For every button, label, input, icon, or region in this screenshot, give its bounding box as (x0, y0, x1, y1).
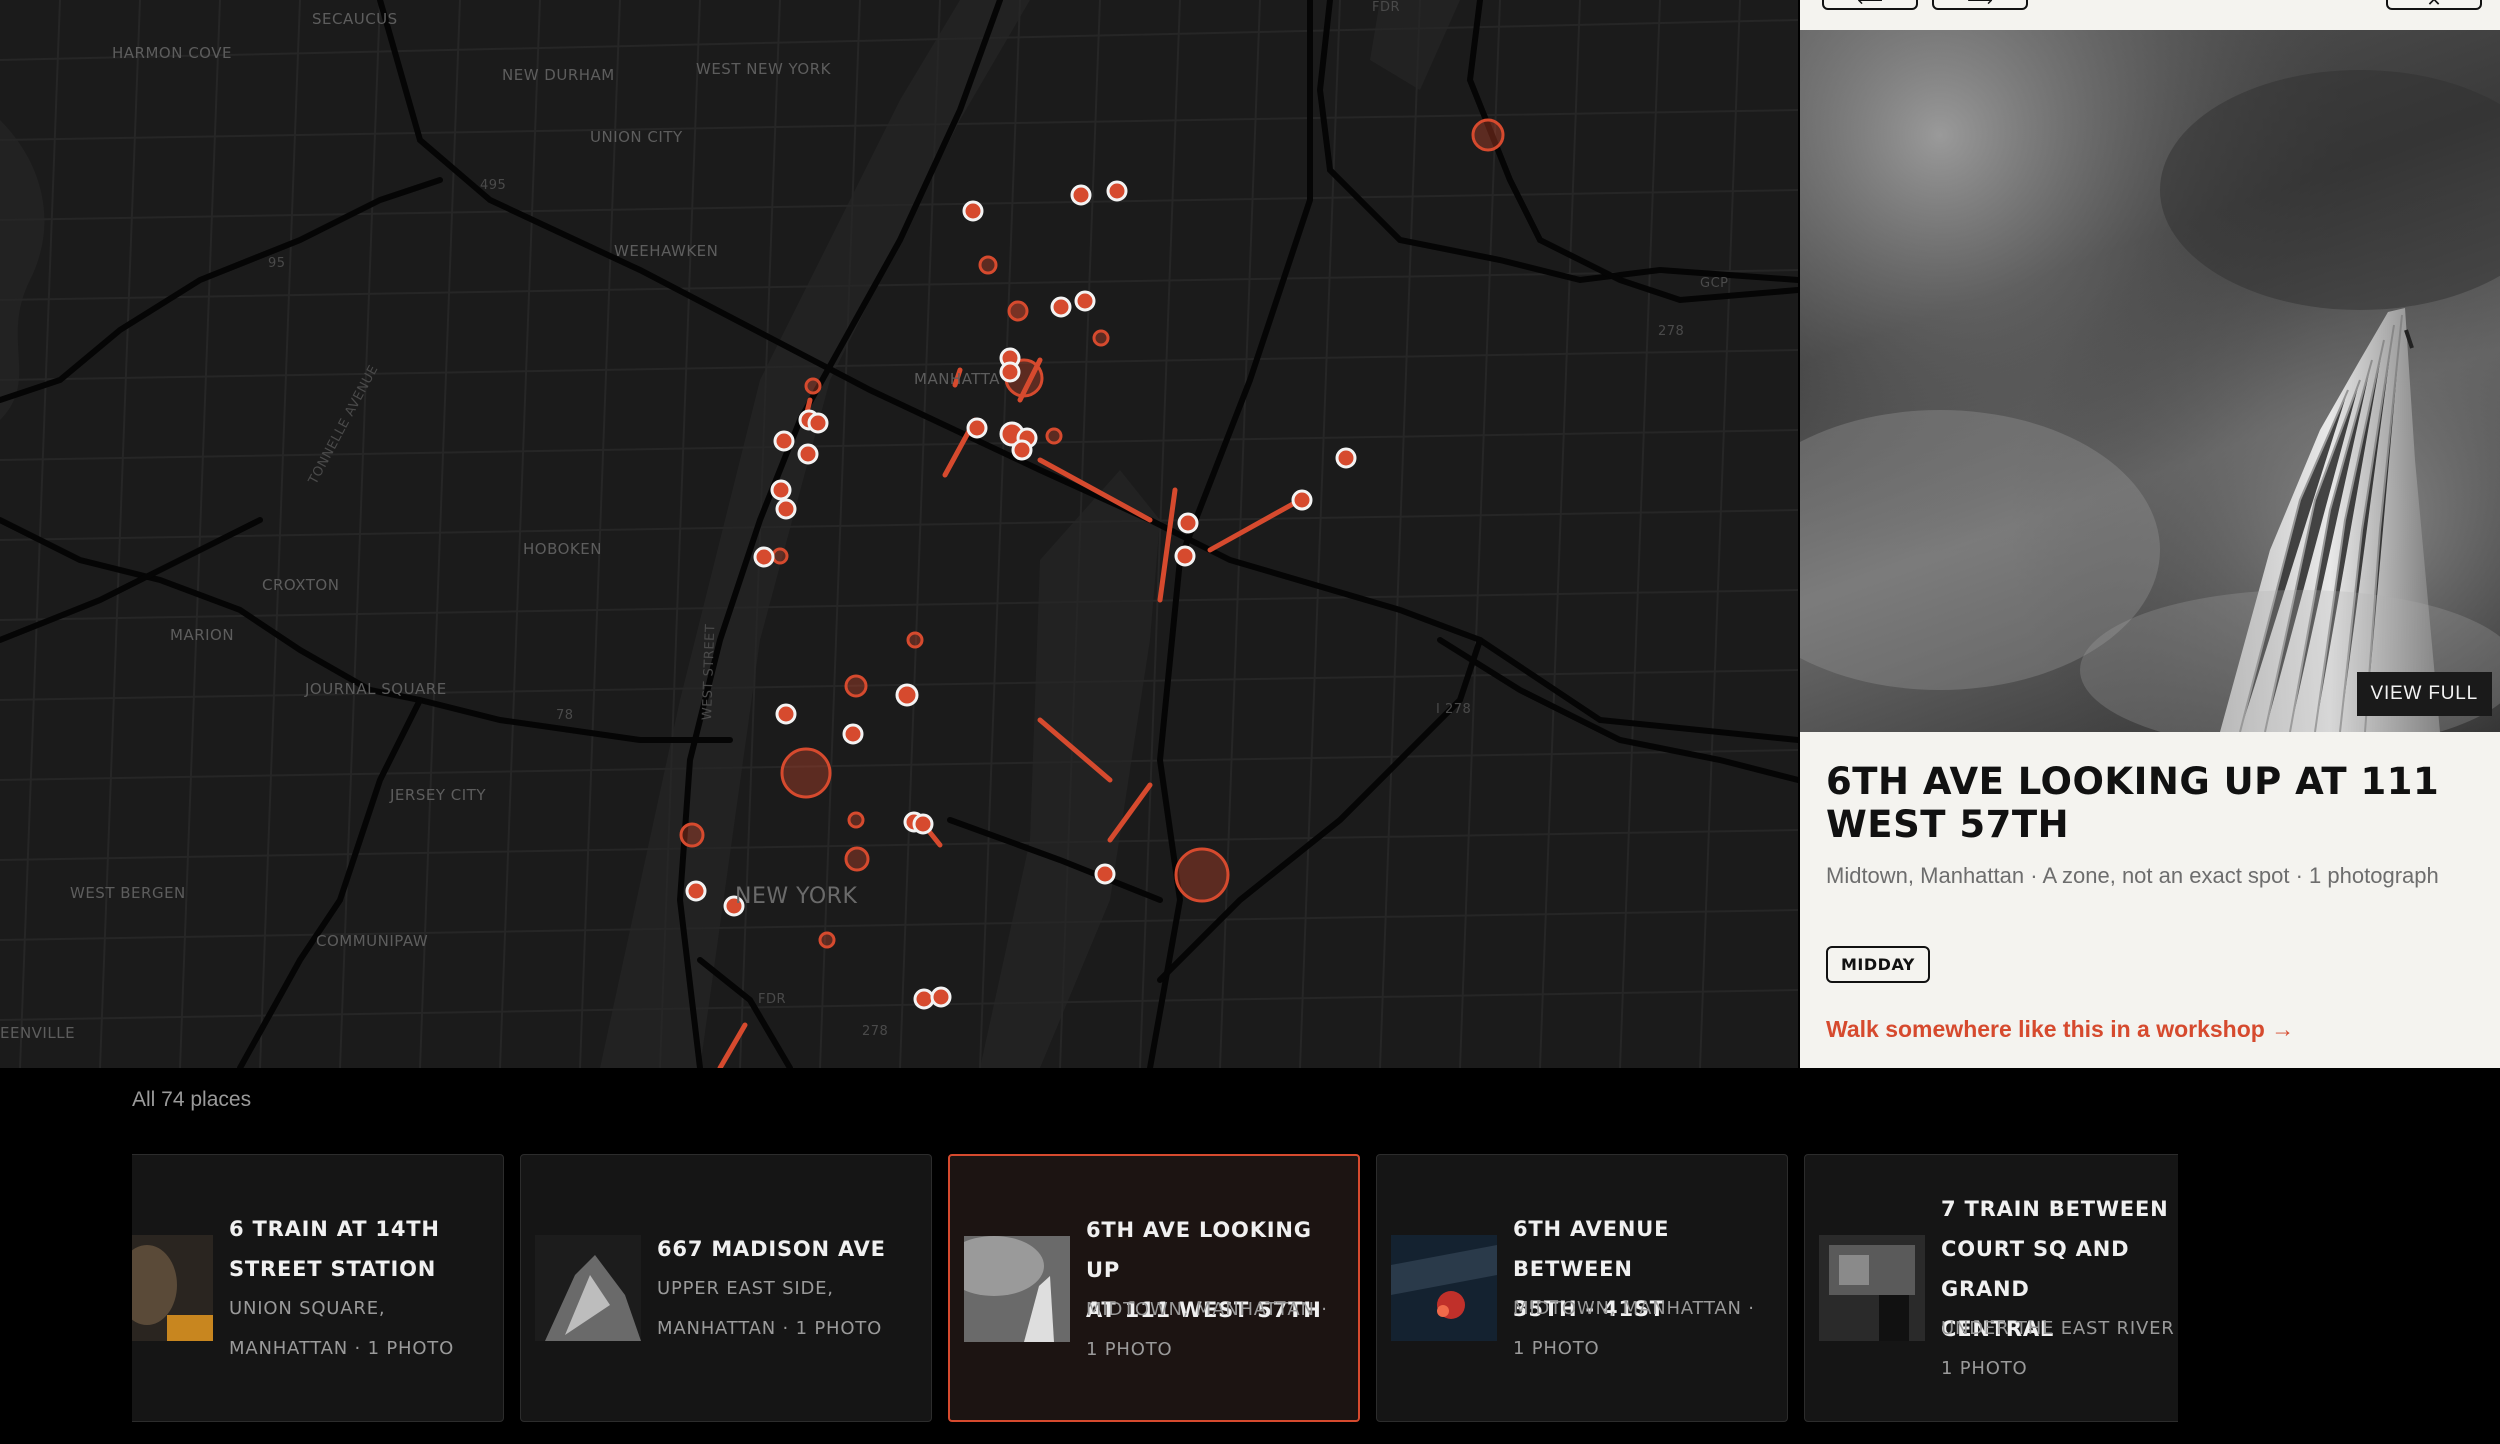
map-label-marion: MARION (170, 626, 235, 644)
map-label-495: 495 (480, 178, 507, 193)
place-card[interactable]: 667 MADISON AVE UPPER EAST SIDE, MANHATT… (520, 1154, 932, 1422)
place-detail-panel: ⟵ ⟶ ✕ VIEW FULL 6TH AVE LOOKING UP AT 11… (1800, 0, 2500, 1068)
place-card[interactable]: 7 TRAIN BETWEEN COURT SQ AND GRAND CENTR… (1804, 1154, 2178, 1422)
place-card-subtitle: UNION SQUARE, MANHATTAN · 1 PHOTO (229, 1298, 455, 1359)
place-card-title: 667 MADISON AVE (657, 1237, 886, 1261)
map-label-hoboken: HOBOKEN (523, 540, 602, 558)
place-photo[interactable]: VIEW FULL (1800, 30, 2500, 732)
next-button[interactable]: ⟶ (1932, 0, 2028, 10)
map-label-communipaw: COMMUNIPAW (316, 932, 429, 950)
place-card-subtitle: MIDTOWN, MANHATTAN · 1 PHOTO (1513, 1298, 1755, 1359)
place-card[interactable]: 6TH AVENUE BETWEEN 35TH - 41ST MIDTOWN, … (1376, 1154, 1788, 1422)
place-card-subtitle: UNDER THE EAST RIVER · 1 PHOTO (1941, 1318, 2178, 1379)
place-card-thumbnail (1819, 1235, 1925, 1341)
photo-image (1800, 30, 2500, 732)
workshop-link[interactable]: Walk somewhere like this in a workshop → (1826, 1016, 2294, 1043)
place-card-subtitle: UPPER EAST SIDE, MANHATTAN · 1 PHOTO (657, 1278, 883, 1339)
map-label-fdr-top: FDR (1372, 0, 1401, 15)
map-label-new-york: NEW YORK (735, 884, 858, 909)
arrow-left-icon: ⟵ (1857, 0, 1883, 11)
map-label-harmon-cove: HARMON COVE (112, 44, 232, 62)
place-card-selected[interactable]: 6TH AVE LOOKING UP AT 111 WEST 57TH MIDT… (948, 1154, 1360, 1422)
place-card-thumbnail (964, 1236, 1070, 1342)
map-label-95: 95 (268, 256, 286, 271)
map-label-croxton: CROXTON (262, 576, 340, 594)
places-count: All 74 places (132, 1088, 252, 1111)
map-label-west-bergen: WEST BERGEN (70, 884, 186, 902)
map-canvas[interactable] (0, 0, 1798, 1068)
map-label-weehawken: WEEHAWKEN (614, 242, 719, 260)
view-full-button[interactable]: VIEW FULL (2356, 672, 2492, 716)
place-subtitle: Midtown, Manhattan · A zone, not an exac… (1826, 863, 2439, 888)
map-label-278-bottom: 278 (862, 1024, 889, 1039)
map-label-journal-square: JOURNAL SQUARE (305, 680, 447, 698)
place-card-subtitle: MIDTOWN, MANHATTAN · 1 PHOTO (1086, 1299, 1328, 1360)
arrow-right-icon: ⟶ (1967, 0, 1993, 11)
map-label-278-right: 278 (1658, 324, 1685, 339)
map[interactable]: SECAUCUS HARMON COVE NEW DURHAM WEST NEW… (0, 0, 1798, 1068)
map-label-new-durham: NEW DURHAM (502, 66, 615, 84)
place-card-title: 6 TRAIN AT 14TH STREET STATION (229, 1217, 440, 1281)
place-title: 6TH AVE LOOKING UP AT 111 WEST 57TH (1826, 760, 2440, 846)
map-label-78: 78 (556, 708, 574, 723)
close-button[interactable]: ✕ (2386, 0, 2482, 10)
place-card-thumbnail (1391, 1235, 1497, 1341)
panel-toolbar: ⟵ ⟶ ✕ (1800, 0, 2500, 30)
place-card-thumbnail (132, 1235, 213, 1341)
previous-button[interactable]: ⟵ (1822, 0, 1918, 10)
map-label-union-city: UNION CITY (590, 128, 683, 146)
map-label-gcp: GCP (1700, 276, 1729, 291)
map-label-secaucus: SECAUCUS (312, 10, 398, 28)
place-card[interactable]: 6 TRAIN AT 14TH STREET STATION UNION SQU… (132, 1154, 504, 1422)
places-strip: All 74 places 6 TRAIN AT 14TH STREET STA… (0, 1068, 2500, 1444)
map-label-jersey-city: JERSEY CITY (390, 786, 486, 804)
map-label-greenville: EENVILLE (0, 1024, 76, 1042)
places-carousel[interactable]: 6 TRAIN AT 14TH STREET STATION UNION SQU… (132, 1154, 2178, 1424)
map-label-manhattan: MANHATTA (914, 370, 1000, 388)
map-label-west-new-york: WEST NEW YORK (696, 60, 831, 78)
place-card-thumbnail (535, 1235, 641, 1341)
map-label-i278: I 278 (1436, 702, 1472, 717)
map-label-fdr-bottom: FDR (758, 992, 787, 1007)
time-of-day-tag: MIDDAY (1826, 946, 1930, 983)
close-icon: ✕ (2426, 0, 2442, 11)
